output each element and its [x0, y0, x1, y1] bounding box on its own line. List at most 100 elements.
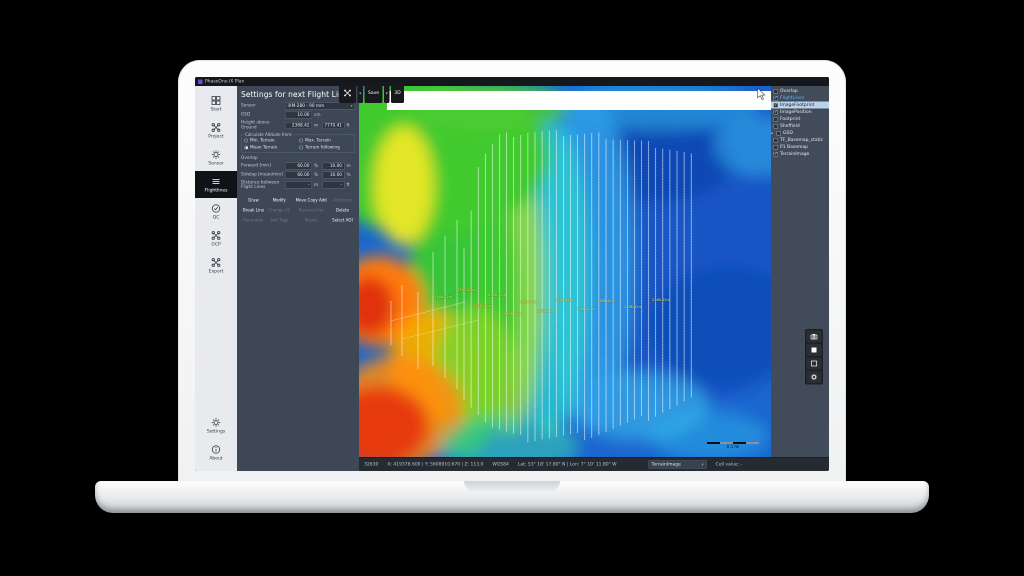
modify-button[interactable]: Modify [266, 198, 292, 203]
break-line-button[interactable]: Break Line [241, 208, 266, 213]
hag-label: Height above Ground [241, 121, 283, 131]
flight-line-label: 2368.42m [555, 298, 573, 302]
forward-pct-input[interactable]: 60.00 [285, 162, 312, 169]
draw-button[interactable]: Draw [241, 198, 266, 203]
flight-line-label: 2368.42m [652, 298, 670, 302]
basemap-button[interactable] [807, 344, 822, 356]
flight-line-label: 2368.42m [457, 288, 475, 292]
sidelap-m-input[interactable]: 10.00 [323, 171, 345, 178]
extent-button[interactable] [807, 358, 822, 370]
settings-panel: Settings for next Flight Line Sensor iXM… [237, 86, 359, 471]
layer-row-flightlines[interactable]: ✓FlightLines [771, 95, 829, 102]
hag-ft-unit: ft [347, 123, 354, 128]
sidelap-pct-input[interactable]: 60.00 [285, 171, 312, 178]
layer-row-sheffield[interactable]: Sheffield [771, 123, 829, 130]
layer-row-gsd[interactable]: ▸GSD [771, 130, 829, 137]
renumber-button: Renumber [241, 218, 266, 223]
layer-checkbox[interactable]: ✓ [774, 96, 779, 101]
layer-checkbox[interactable] [774, 124, 779, 129]
basemap-dropdown[interactable]: TerrainImage ▾ [649, 460, 707, 468]
layer-label: ImagePosition [780, 110, 812, 115]
drone-position-button[interactable] [339, 83, 356, 103]
sidebar-item-settings[interactable]: Settings [195, 412, 237, 439]
sensor-dropdown[interactable]: iXM-280 - 90 mm ▾ [285, 103, 355, 110]
camera-button[interactable] [807, 331, 822, 343]
radio-min-terrain[interactable]: Min. Terrain [244, 138, 297, 143]
hag-m-input[interactable]: 2368.42 [285, 122, 312, 129]
radio-dot-icon [299, 138, 303, 142]
flight-line-label: 2368.42m [488, 293, 506, 297]
sidebar-item-flightlines[interactable]: Flightlines [195, 171, 237, 198]
layer-label: ImageFootprint [780, 103, 814, 108]
map-tool-strip [805, 329, 823, 385]
layer-checkbox[interactable] [774, 145, 779, 150]
view-3d-button[interactable]: 3D [391, 83, 404, 103]
gsd-input[interactable]: 10.00 [285, 112, 312, 119]
sidebar: StartProject Sensor FlightlinesQCGCP Export… [195, 86, 237, 471]
forward-m-input[interactable]: 10.00 [323, 162, 345, 169]
sidebar-item-project[interactable]: Project [195, 117, 237, 144]
gsd-unit: cm [314, 113, 321, 118]
distance-label: Distance between Flight Lines [241, 180, 283, 190]
sidebar-item-label: Export [209, 269, 224, 274]
drone-position-menu-button[interactable]: ▾ [358, 83, 364, 103]
map-canvas[interactable]: 2368.42m 2368.42m 2368.42m 2368.42m 2368.42m… [359, 86, 771, 457]
drone-icon [211, 230, 221, 240]
bars-icon [211, 176, 221, 186]
sidebar-item-about[interactable]: About [195, 439, 237, 466]
layer-row-imageposition[interactable]: ✓ImagePosition [771, 109, 829, 116]
flight-line-label: 2368.42m [434, 295, 452, 299]
delete-button[interactable]: Delete [330, 208, 355, 213]
distance-m-input[interactable]: - [285, 182, 312, 189]
sidebar-item-sensor[interactable]: Sensor [195, 144, 237, 171]
map-toolbar: ▾ Save ▾ 3D [339, 83, 404, 103]
layer-checkbox[interactable]: ✓ [774, 103, 779, 108]
hag-ft-input[interactable]: 7770.41 [323, 122, 345, 129]
layer-row-overlap[interactable]: Overlap [771, 88, 829, 95]
layer-checkbox[interactable] [774, 89, 779, 94]
info-icon [211, 444, 221, 454]
layer-row-imagefootprint[interactable]: ✓ImageFootprint [771, 102, 829, 109]
sidebar-item-start[interactable]: Start [195, 90, 237, 117]
layer-row-tf-basemap-static[interactable]: TF_Basemap_static [771, 137, 829, 144]
layer-checkbox[interactable]: ✓ [774, 110, 779, 115]
save-menu-button[interactable]: ▾ [384, 83, 390, 103]
flight-line-label: 2368.42m [473, 304, 491, 308]
gear-icon [211, 149, 221, 159]
select-aoi-button[interactable]: Select AOI [330, 218, 355, 223]
flight-line-label: 2368.42m [624, 305, 642, 309]
cell-value: Cell value: - [716, 462, 743, 467]
sidebar-item-qc[interactable]: QC [195, 198, 237, 225]
layer-row-p1-basemap[interactable]: P1 Basemap [771, 144, 829, 151]
layer-checkbox[interactable] [774, 117, 779, 122]
layer-row-footprint[interactable]: Footprint [771, 116, 829, 123]
panel-title: Settings for next Flight Line [241, 90, 355, 99]
layer-checkbox[interactable] [777, 131, 782, 136]
save-button[interactable]: Save [365, 83, 383, 103]
hag-m-unit: m [314, 123, 321, 128]
layer-label: TerrainImage [780, 152, 809, 157]
layer-row-terrainimage[interactable]: ✓TerrainImage [771, 151, 829, 158]
change-all-button: Change All [266, 208, 292, 213]
sidebar-item-gcp[interactable]: GCP [195, 225, 237, 252]
move-copy-add-button[interactable]: Move Copy Add [292, 198, 330, 203]
radio-max-terrain[interactable]: Max. Terrain [299, 138, 352, 143]
layer-checkbox[interactable] [774, 138, 779, 143]
layer-label: TF_Basemap_static [780, 138, 823, 143]
distance-ft-input[interactable]: - [323, 182, 345, 189]
layer-checkbox[interactable]: ✓ [774, 152, 779, 157]
sidebar-item-label: Sensor [208, 161, 223, 166]
forward-label: Forward [min] [241, 163, 283, 168]
add-tags-button: Add Tags [266, 218, 292, 223]
expander-icon[interactable]: ▸ [772, 131, 775, 135]
radio-terrain-following[interactable]: Terrain following [299, 145, 352, 150]
mouse-cursor [756, 88, 767, 101]
sidebar-item-label: About [209, 456, 222, 461]
sidelap-label: Sidelap [mean/min] [241, 172, 283, 177]
xyz-coordinates: X: 419378.600 | Y: 5608910.670 | Z: 113.… [387, 462, 483, 467]
sidelap-pct-unit: % [314, 172, 321, 177]
sidebar-item-export[interactable]: Export [195, 252, 237, 279]
radio-mean-terrain[interactable]: Mean Terrain [244, 145, 297, 150]
map-settings-button[interactable] [807, 371, 822, 383]
calculate-altitude-group: Calculate Altitude from: Min. TerrainMax… [241, 132, 355, 152]
